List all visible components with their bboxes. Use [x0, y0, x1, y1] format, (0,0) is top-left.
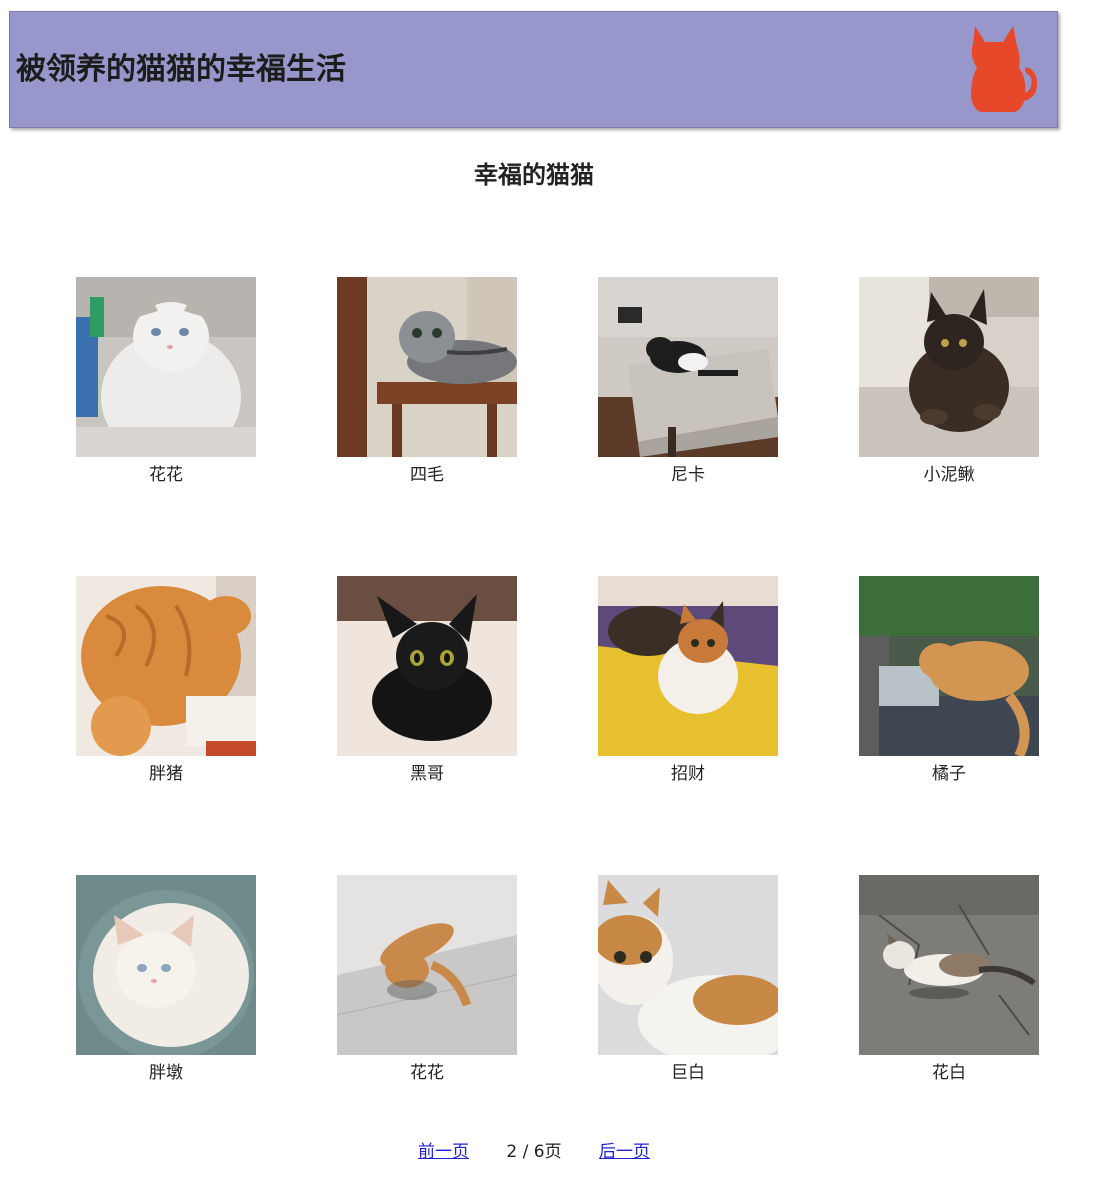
cat-name: 胖墩	[149, 1063, 183, 1083]
orange-cat-back-photo[interactable]	[76, 576, 256, 756]
cat-card[interactable]: 四毛	[337, 277, 517, 487]
prev-page-link[interactable]: 前一页	[418, 1142, 469, 1162]
next-page-link[interactable]: 后一页	[599, 1142, 650, 1162]
cat-grid: 花花 四毛 尼卡 小泥鳅 胖猪 黑哥 招财 橘子 胖墩 花花 巨白 花白	[0, 0, 1100, 1100]
tabby-white-cat-on-ground-photo[interactable]	[859, 875, 1039, 1055]
tuxedo-cat-on-table-photo[interactable]	[598, 277, 778, 457]
cat-name: 花花	[410, 1063, 444, 1083]
orange-white-cat-closeup-photo[interactable]	[598, 875, 778, 1055]
black-kitten-photo[interactable]	[337, 576, 517, 756]
cat-card[interactable]: 花花	[337, 875, 517, 1085]
cat-card[interactable]: 橘子	[859, 576, 1039, 786]
pagination: 前一页 2 / 6页 后一页	[0, 1139, 1068, 1165]
cat-card[interactable]: 黑哥	[337, 576, 517, 786]
tortoiseshell-cat-lying-photo[interactable]	[859, 277, 1039, 457]
cat-name: 四毛	[410, 465, 444, 485]
cat-card[interactable]: 小泥鳅	[859, 277, 1039, 487]
cat-name: 花白	[932, 1063, 966, 1083]
cat-name: 尼卡	[671, 465, 705, 485]
fluffy-white-ragdoll-cat-photo[interactable]	[76, 277, 256, 457]
page-indicator: 2 / 6页	[506, 1142, 562, 1162]
cat-card[interactable]: 巨白	[598, 875, 778, 1085]
cat-card[interactable]: 招财	[598, 576, 778, 786]
calico-cat-on-mat-photo[interactable]	[598, 576, 778, 756]
grey-tabby-fold-cat-on-chair-photo[interactable]	[337, 277, 517, 457]
orange-cat-lying-on-floor-photo[interactable]	[337, 875, 517, 1055]
cat-name: 招财	[671, 764, 705, 784]
cat-name: 胖猪	[149, 764, 183, 784]
orange-tabby-eating-photo[interactable]	[859, 576, 1039, 756]
cat-card[interactable]: 胖墩	[76, 875, 256, 1085]
cat-name: 小泥鳅	[923, 465, 975, 485]
white-fluffy-cat-in-basket-photo[interactable]	[76, 875, 256, 1055]
cat-name: 花花	[149, 465, 183, 485]
cat-card[interactable]: 花花	[76, 277, 256, 487]
cat-name: 黑哥	[410, 764, 444, 784]
cat-card[interactable]: 胖猪	[76, 576, 256, 786]
cat-name: 橘子	[932, 764, 966, 784]
cat-card[interactable]: 花白	[859, 875, 1039, 1085]
cat-card[interactable]: 尼卡	[598, 277, 778, 487]
cat-name: 巨白	[671, 1063, 705, 1083]
